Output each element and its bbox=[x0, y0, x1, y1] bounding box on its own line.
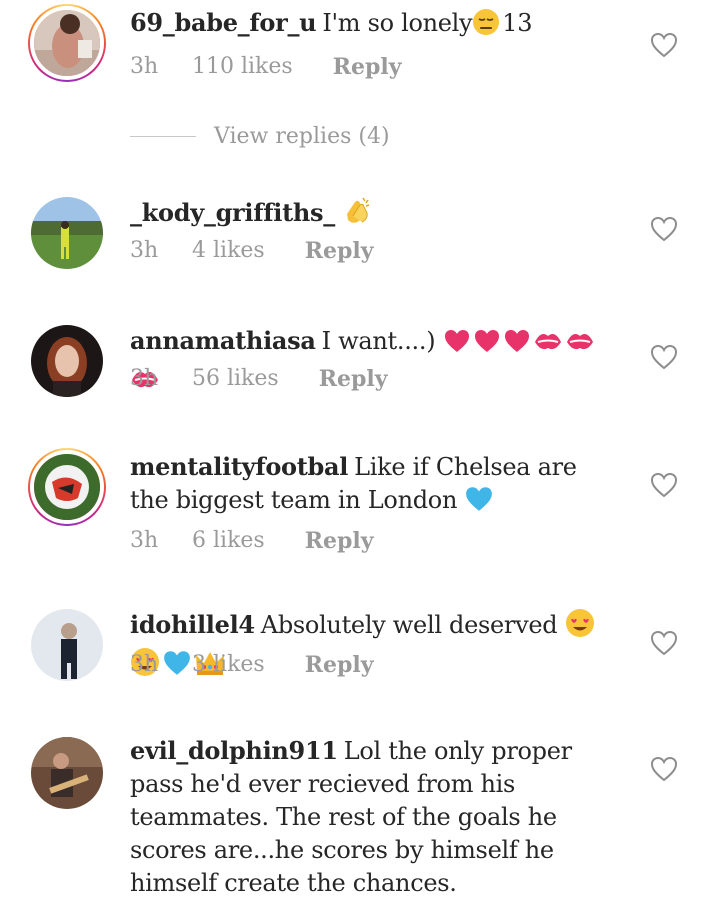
reply-button[interactable]: Reply bbox=[333, 54, 402, 80]
timestamp: 3h bbox=[130, 366, 159, 391]
username[interactable]: 69_babe_for_u bbox=[130, 8, 317, 37]
like-heart-icon[interactable] bbox=[650, 216, 678, 242]
like-heart-icon[interactable] bbox=[650, 472, 678, 498]
like-heart-icon[interactable] bbox=[650, 630, 678, 656]
avatar[interactable] bbox=[28, 322, 106, 400]
likes-count[interactable]: 3 likes bbox=[192, 652, 265, 678]
timestamp: 3h bbox=[130, 652, 159, 677]
comment-body: I want....) bbox=[321, 327, 436, 355]
reply-button[interactable]: Reply bbox=[319, 366, 388, 392]
heart-emoji-icon bbox=[443, 328, 471, 363]
heart-eyes-emoji-icon bbox=[565, 608, 595, 647]
avatar[interactable] bbox=[28, 448, 106, 526]
reply-button[interactable]: Reply bbox=[305, 238, 374, 264]
username[interactable]: _kody_griffiths_ bbox=[130, 198, 335, 227]
kiss-mark-emoji-icon bbox=[533, 328, 563, 363]
reply-button[interactable]: Reply bbox=[305, 652, 374, 678]
timestamp: 3h bbox=[130, 54, 159, 79]
avatar[interactable] bbox=[28, 194, 106, 272]
avatar[interactable] bbox=[28, 734, 106, 812]
view-replies-link[interactable]: View replies (4) bbox=[130, 124, 390, 149]
reply-button[interactable]: Reply bbox=[305, 528, 374, 554]
avatar[interactable] bbox=[28, 606, 106, 684]
comment-body: I'm so lonely bbox=[322, 9, 473, 37]
kiss-mark-emoji-icon bbox=[565, 328, 595, 363]
comment-text: mentalityfootbal Like if Chelsea are the … bbox=[130, 450, 620, 522]
comment-text: 69_babe_for_u I'm so lonely 13 bbox=[130, 6, 620, 45]
divider-line bbox=[130, 136, 196, 137]
likes-count[interactable]: 4 likes bbox=[192, 238, 265, 264]
avatar[interactable] bbox=[28, 4, 106, 82]
blue-heart-emoji-icon bbox=[464, 485, 494, 522]
comment-suffix: 13 bbox=[502, 9, 533, 37]
timestamp: 3h bbox=[130, 528, 159, 553]
pensive-emoji-icon bbox=[472, 8, 500, 45]
like-heart-icon[interactable] bbox=[650, 756, 678, 782]
clapping-hands-emoji-icon bbox=[341, 196, 373, 235]
comment-text: evil_dolphin911 Lol the only proper pass … bbox=[130, 734, 620, 900]
heart-emoji-icon bbox=[473, 328, 501, 363]
likes-count[interactable]: 6 likes bbox=[192, 528, 265, 554]
username[interactable]: mentalityfootbal bbox=[130, 452, 348, 481]
comment-body: Absolutely well deserved bbox=[260, 611, 558, 639]
view-replies-label: View replies (4) bbox=[214, 124, 390, 149]
heart-emoji-icon bbox=[503, 328, 531, 363]
comment-text: _kody_griffiths_ bbox=[130, 196, 620, 235]
likes-count[interactable]: 56 likes bbox=[192, 366, 279, 392]
timestamp: 3h bbox=[130, 238, 159, 263]
username[interactable]: idohillel4 bbox=[130, 610, 255, 639]
likes-count[interactable]: 110 likes bbox=[192, 54, 293, 80]
username[interactable]: evil_dolphin911 bbox=[130, 736, 338, 765]
like-heart-icon[interactable] bbox=[650, 32, 678, 58]
like-heart-icon[interactable] bbox=[650, 344, 678, 370]
username[interactable]: annamathiasa bbox=[130, 326, 316, 355]
